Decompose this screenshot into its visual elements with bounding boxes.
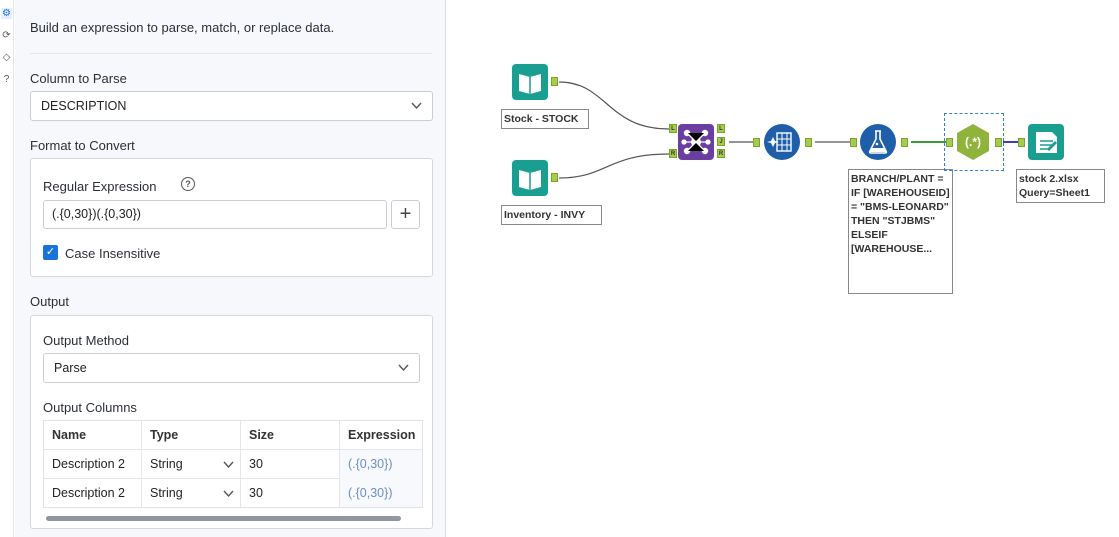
output-label: Output [30,294,70,309]
column-header-name: Name [44,421,142,450]
question-icon[interactable]: ? [181,177,195,191]
join-icon [678,124,714,160]
row-type-cell[interactable]: String [142,479,241,507]
format-to-convert-box: Regular Expression ? (.{0,30})(.{0,30}) … [30,158,433,277]
output-anchor[interactable] [805,138,812,147]
join-out-right-anchor[interactable]: R [717,149,725,158]
case-insensitive-label: Case Insensitive [65,246,161,261]
column-to-parse-select[interactable]: DESCRIPTION [30,91,433,121]
chevron-down-icon [411,92,422,131]
output-columns-label: Output Columns [43,400,137,415]
add-expression-button[interactable]: + [391,200,420,229]
row-name-cell[interactable]: Description 2 [44,479,142,507]
row-type-value: String [150,457,183,471]
history-icon[interactable]: ⟳ [1,30,12,41]
input-data-tool-inventory[interactable] [511,159,549,197]
configuration-panel: Build an expression to parse, match, or … [15,0,446,537]
output-label: stock 2.xlsx Query=Sheet1 [1016,169,1105,203]
column-to-parse-label: Column to Parse [30,71,127,86]
output-anchor[interactable] [551,77,558,86]
row-size-cell[interactable]: 30 [241,479,340,507]
tag-icon[interactable]: ◇ [1,52,12,63]
input-anchor[interactable] [753,138,760,147]
join-left-anchor[interactable]: L [669,124,677,133]
horizontal-scrollbar[interactable] [46,516,401,521]
chevron-down-icon [398,354,409,393]
checkmark-icon: ✓ [45,246,56,258]
output-anchor[interactable] [901,138,908,147]
left-icon-rail: ⚙ ⟳ ◇ ? [0,0,14,537]
regex-tool[interactable]: (.*) [954,123,992,161]
join-out-left-anchor[interactable]: L [717,124,725,133]
column-header-size: Size [241,421,340,450]
column-to-parse-value: DESCRIPTION [41,99,127,113]
formula-label: BRANCH/PLANT = IF [WAREHOUSEID] = "BMS-L… [848,169,953,294]
table-header-row: Name Type Size Expression [44,421,422,450]
row-expression-cell: (.{0,30}) [340,450,422,479]
panel-description: Build an expression to parse, match, or … [30,20,335,35]
regex-input[interactable]: (.{0,30})(.{0,30}) [43,200,387,229]
regex-icon: (.*) [957,124,989,160]
row-type-cell[interactable]: String [142,450,241,479]
case-insensitive-checkbox[interactable]: ✓ [43,245,58,260]
book-icon [512,160,548,196]
format-to-convert-label: Format to Convert [30,138,135,153]
input-anchor[interactable] [850,138,857,147]
data-cleansing-tool[interactable] [763,123,801,161]
table-row: Description 2 String 30 (.{0,30}) [44,450,422,479]
output-query: Query=Sheet1 [1019,187,1090,199]
row-size-cell[interactable]: 30 [241,450,340,479]
flask-icon [860,124,896,160]
output-method-label: Output Method [43,333,129,348]
inventory-input-label: Inventory - INVY [501,205,602,225]
row-expression-cell: (.{0,30}) [340,479,422,507]
gear-icon[interactable]: ⚙ [1,8,12,19]
join-out-join-anchor[interactable]: J [717,137,725,146]
row-name-cell[interactable]: Description 2 [44,450,142,479]
output-method-select[interactable]: Parse [43,353,420,383]
book-icon [512,64,548,100]
output-data-tool[interactable] [1027,123,1065,161]
table-row: Description 2 String 30 (.{0,30}) [44,479,422,507]
chevron-down-icon [223,479,234,507]
column-header-type: Type [142,421,241,450]
input-anchor[interactable] [946,138,953,147]
join-tool[interactable] [677,123,715,161]
row-type-value: String [150,486,183,500]
svg-text:(.*): (.*) [965,135,981,149]
regular-expression-label: Regular Expression [43,179,157,194]
output-file-name: stock 2.xlsx [1019,173,1079,185]
input-data-tool-stock[interactable] [511,63,549,101]
join-right-anchor[interactable]: R [669,149,677,158]
workflow-canvas[interactable]: Stock - STOCK Inventory - INVY L R L J R [447,0,1119,537]
help-icon[interactable]: ? [1,74,12,85]
cleanse-icon [764,124,800,160]
output-anchor[interactable] [995,138,1002,147]
stock-input-label: Stock - STOCK [501,109,589,129]
output-file-icon [1028,124,1064,160]
output-columns-table: Name Type Size Expression Description 2 … [43,420,423,508]
input-anchor[interactable] [1018,138,1025,147]
output-method-value: Parse [54,361,87,375]
formula-tool[interactable] [859,123,897,161]
divider [30,53,432,54]
column-header-expression: Expression [348,428,416,442]
output-anchor[interactable] [551,173,558,182]
